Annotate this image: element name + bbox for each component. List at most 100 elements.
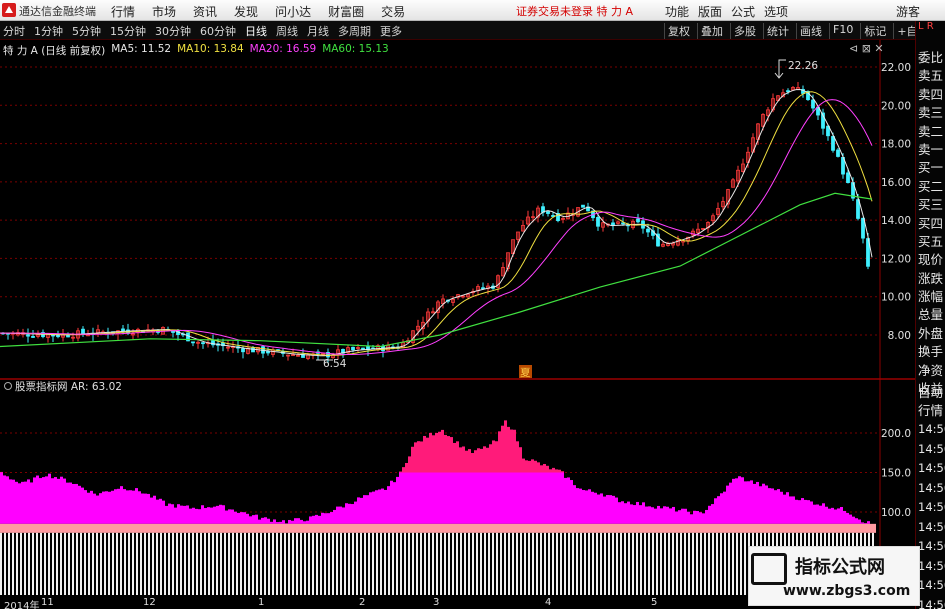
bottom-stripe (436, 532, 438, 595)
tab-7[interactable]: 周线 (276, 23, 298, 39)
bottom-stripe (588, 532, 590, 595)
tab-3[interactable]: 15分钟 (110, 23, 146, 39)
panel-header[interactable]: L R (918, 22, 944, 41)
tool-button[interactable]: 画线 (796, 23, 823, 39)
ar-bar (228, 509, 231, 524)
quote-field-label: 涨幅 (918, 289, 944, 305)
ar-bar (615, 497, 618, 524)
tool-button[interactable]: 统计 (763, 23, 790, 39)
tab-8[interactable]: 月线 (307, 23, 329, 39)
tool-button[interactable]: 复权 (664, 23, 691, 39)
ar-bar (45, 476, 48, 524)
tool-button[interactable]: F10 (829, 23, 854, 39)
bottom-stripe (192, 532, 194, 595)
tab-5[interactable]: 60分钟 (200, 23, 236, 39)
ar-bar (60, 476, 63, 524)
quote-field-label: 卖四 (918, 86, 944, 102)
bottom-stripe (416, 532, 418, 595)
bottom-stripe (504, 532, 506, 595)
ar-bar (261, 517, 264, 524)
bottom-stripe (332, 532, 334, 595)
kline-chart[interactable]: 22.00 20.00 18.00 16.00 14.00 12.00 10.00 8.00 2… (0, 40, 915, 597)
ar-bar (702, 513, 705, 524)
ar-bar (330, 512, 333, 524)
ar-bar (462, 472, 465, 524)
menu-item[interactable]: 行情 (111, 3, 135, 20)
tool-button[interactable]: 标记 (860, 23, 887, 39)
tick-time: 14:50 (918, 441, 945, 456)
bottom-stripe (556, 532, 558, 595)
menu-item[interactable]: 版面 (698, 3, 722, 20)
bottom-stripe (8, 532, 10, 595)
login-notice[interactable]: 证券交易未登录 特 力 A (516, 3, 633, 19)
bottom-stripe (528, 532, 530, 595)
bottom-stripe (4, 532, 6, 595)
ar-bar-high (477, 448, 480, 473)
ar-bar (294, 518, 297, 524)
tab-10[interactable]: 更多 (380, 23, 402, 39)
tool-button[interactable]: 叠加 (697, 23, 724, 39)
ar-bar (6, 476, 9, 524)
bottom-stripe (632, 532, 634, 595)
ar-bar (579, 488, 582, 524)
menu-item[interactable]: 财富圈 (328, 3, 364, 20)
bottom-stripe (728, 532, 730, 595)
bottom-stripe (108, 532, 110, 595)
bottom-stripe (140, 532, 142, 595)
date-label: 4 (545, 597, 552, 608)
ar-bar (585, 490, 588, 524)
ar-bar (720, 493, 723, 524)
bottom-stripe (604, 532, 606, 595)
ar-bar (822, 503, 825, 524)
ar-bar (345, 503, 348, 524)
menu-item[interactable]: 交易 (381, 3, 405, 20)
ar-bar (99, 493, 102, 524)
ar-bar (459, 472, 462, 524)
menu-item[interactable]: 资讯 (193, 3, 217, 20)
ar-bar (57, 478, 60, 524)
ar-bar (741, 477, 744, 524)
ar-bar (849, 514, 852, 524)
bottom-stripe (68, 532, 70, 595)
menu-item[interactable]: 发现 (234, 3, 258, 20)
bottom-stripe (624, 532, 626, 595)
ar-bar (498, 472, 501, 524)
menu-item[interactable]: 功能 (665, 3, 689, 20)
ar-bar (408, 472, 411, 524)
bottom-stripe (96, 532, 98, 595)
ma60-value: MA60: 15.13 (322, 43, 389, 55)
ar-bar (54, 477, 57, 524)
tab-2[interactable]: 5分钟 (72, 23, 101, 39)
candle-body (546, 211, 550, 214)
ar-bar (555, 472, 558, 524)
guest-button[interactable]: 游客 (896, 3, 920, 20)
tab-1[interactable]: 1分钟 (34, 23, 63, 39)
ar-bar (150, 497, 153, 524)
tab-0[interactable]: 分时 (3, 23, 25, 39)
quote-side-panel: L R 委比 卖五 卖四 卖三 卖二 卖一 买一 买二 买三 买四 买五 现价 涨跌 涨幅 总量 外盘 换手 净资… (915, 21, 945, 609)
bottom-stripe (212, 532, 214, 595)
tab-4[interactable]: 30分钟 (155, 23, 191, 39)
bottom-stripe (540, 532, 542, 595)
ma5-value: MA5: 11.52 (111, 43, 172, 55)
bottom-stripe (28, 532, 30, 595)
bottom-stripe (460, 532, 462, 595)
date-label: 1 (258, 597, 265, 608)
chart-window-icons[interactable]: ⊲ ⊠ ✕ (849, 42, 884, 55)
ar-bar (288, 519, 291, 524)
tool-button[interactable]: 多股 (730, 23, 757, 39)
auto-quote[interactable]: 自动 行情 (918, 384, 943, 420)
candle-body (786, 90, 790, 93)
menu-item[interactable]: 公式 (731, 3, 755, 20)
menu-item[interactable]: 市场 (152, 3, 176, 20)
menu-item[interactable]: 选项 (764, 3, 788, 20)
ar-bar-high (405, 462, 408, 473)
bottom-stripe (180, 532, 182, 595)
ar-bar (303, 521, 306, 524)
tab-6[interactable]: 日线 (245, 23, 267, 39)
ar-bar (597, 494, 600, 524)
menu-item[interactable]: 问小达 (275, 3, 311, 20)
ar-bar (216, 505, 219, 524)
tab-9[interactable]: 多周期 (338, 23, 371, 39)
bottom-stripe (280, 532, 282, 595)
